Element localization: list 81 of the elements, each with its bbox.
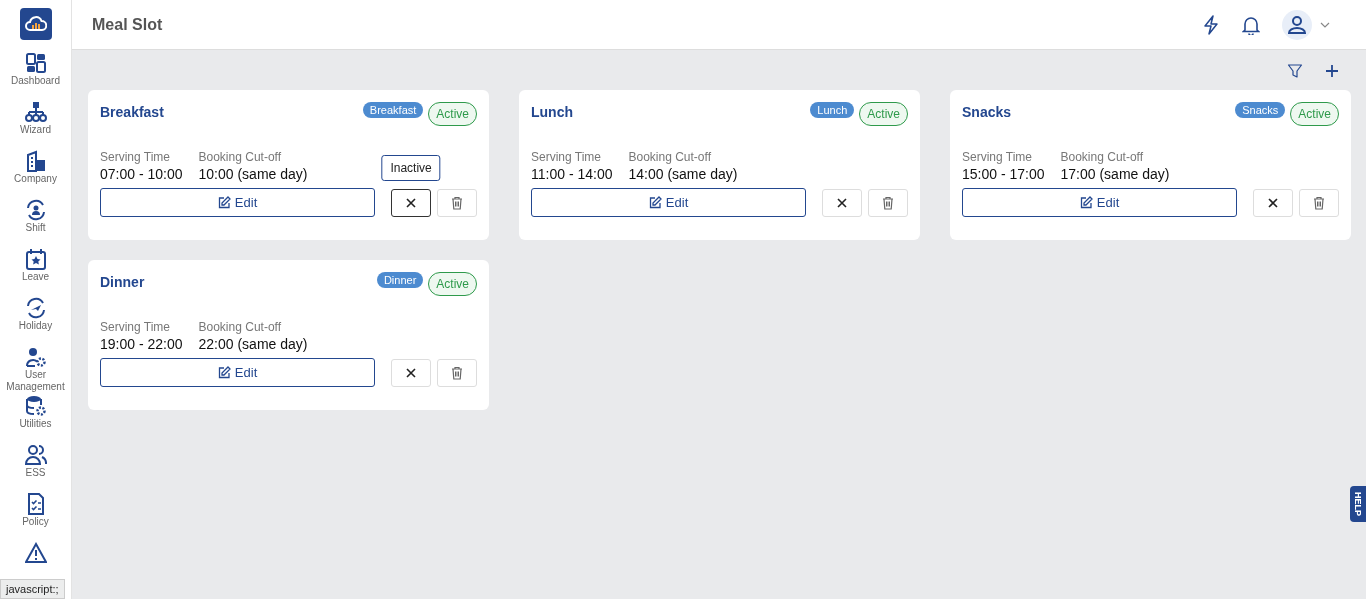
- sidebar-item[interactable]: [24, 542, 47, 564]
- meal-tag: Dinner: [376, 272, 424, 288]
- status-badge: Active: [859, 102, 908, 126]
- ess-icon: [24, 444, 47, 466]
- sidebar-item[interactable]: ESS: [0, 444, 71, 493]
- page-title: Meal Slot: [92, 15, 164, 34]
- close-icon: [1268, 197, 1279, 208]
- cutoff-label: Booking Cut-off: [198, 150, 282, 164]
- sidebar-item[interactable]: User Management: [0, 346, 71, 395]
- notification-icon[interactable]: [1242, 14, 1260, 35]
- serving-time-value: 11:00 - 14:00: [531, 166, 613, 182]
- card-title: Snacks: [962, 104, 1013, 120]
- serving-time-label: Serving Time: [100, 150, 172, 164]
- utilities-icon: [24, 395, 47, 417]
- serving-time-value: 07:00 - 10:00: [100, 166, 183, 182]
- sidebar-item[interactable]: Leave: [0, 248, 71, 297]
- edit-button[interactable]: Edit: [531, 188, 807, 217]
- trash-icon: [451, 365, 464, 380]
- cutoff-label: Booking Cut-off: [628, 150, 712, 164]
- close-icon: [837, 197, 848, 208]
- delete-button[interactable]: [437, 188, 477, 217]
- cutoff-label: Booking Cut-off: [198, 320, 282, 334]
- edit-button[interactable]: Edit: [100, 358, 376, 387]
- edit-icon: [217, 366, 231, 379]
- edit-button[interactable]: Edit: [962, 188, 1238, 217]
- cutoff-value: 14:00 (same day): [628, 166, 738, 182]
- serving-time-value: 15:00 - 17:00: [962, 166, 1045, 182]
- serving-time-label: Serving Time: [100, 320, 172, 334]
- meal-tag: Snacks: [1235, 102, 1286, 118]
- close-icon: [406, 367, 417, 378]
- status-badge: Active: [428, 102, 477, 126]
- close-icon: [406, 197, 417, 208]
- delete-button[interactable]: [437, 358, 477, 387]
- cutoff-value: 10:00 (same day): [198, 166, 308, 182]
- status-badge: Active: [1290, 102, 1339, 126]
- help-tab[interactable]: HELP: [1350, 486, 1366, 522]
- lightning-icon[interactable]: [1202, 14, 1220, 35]
- cutoff-value: 22:00 (same day): [198, 336, 308, 352]
- edit-icon: [648, 196, 662, 209]
- delete-button[interactable]: [868, 188, 908, 217]
- meal-tag: Lunch: [810, 102, 855, 118]
- card-title: Lunch: [531, 104, 574, 120]
- card-title: Dinner: [100, 274, 146, 290]
- warning-icon: [24, 542, 47, 564]
- chevron-down-icon[interactable]: [1320, 21, 1330, 28]
- dashboard-icon: [24, 52, 47, 74]
- card-title: Breakfast: [100, 104, 165, 120]
- serving-time-value: 19:00 - 22:00: [100, 336, 183, 352]
- delete-button[interactable]: [1299, 188, 1339, 217]
- sidebar-item[interactable]: Policy: [0, 493, 71, 542]
- sidebar-item[interactable]: Dashboard: [0, 52, 71, 101]
- serving-time-label: Serving Time: [962, 150, 1034, 164]
- serving-time-label: Serving Time: [531, 150, 603, 164]
- wizard-icon: [24, 101, 47, 123]
- cutoff-value: 17:00 (same day): [1060, 166, 1170, 182]
- deactivate-button[interactable]: [391, 188, 432, 217]
- sidebar-item[interactable]: Utilities: [0, 395, 71, 444]
- tooltip: Inactive: [381, 154, 441, 181]
- shift-icon: [24, 199, 47, 221]
- trash-icon: [1313, 195, 1326, 210]
- edit-button[interactable]: Edit: [100, 188, 376, 217]
- trash-icon: [451, 195, 464, 210]
- meal-tag: Breakfast: [362, 102, 424, 118]
- edit-icon: [1079, 196, 1093, 209]
- filter-icon[interactable]: [1287, 63, 1303, 79]
- app-logo[interactable]: [19, 8, 52, 40]
- sidebar-item[interactable]: Company: [0, 150, 71, 199]
- sidebar-item[interactable]: Shift: [0, 199, 71, 248]
- trash-icon: [882, 195, 895, 210]
- cutoff-label: Booking Cut-off: [1060, 150, 1144, 164]
- leave-icon: [24, 248, 47, 270]
- status-badge: Active: [428, 272, 477, 296]
- sidebar-item[interactable]: Holiday: [0, 297, 71, 346]
- edit-icon: [217, 196, 231, 209]
- holiday-icon: [24, 297, 47, 319]
- user-avatar[interactable]: [1282, 9, 1312, 40]
- add-icon[interactable]: [1325, 64, 1339, 78]
- company-icon: [24, 150, 47, 172]
- sidebar-item[interactable]: Wizard: [0, 101, 71, 150]
- user-icon: [24, 346, 47, 368]
- status-bar: javascript:;: [0, 579, 65, 599]
